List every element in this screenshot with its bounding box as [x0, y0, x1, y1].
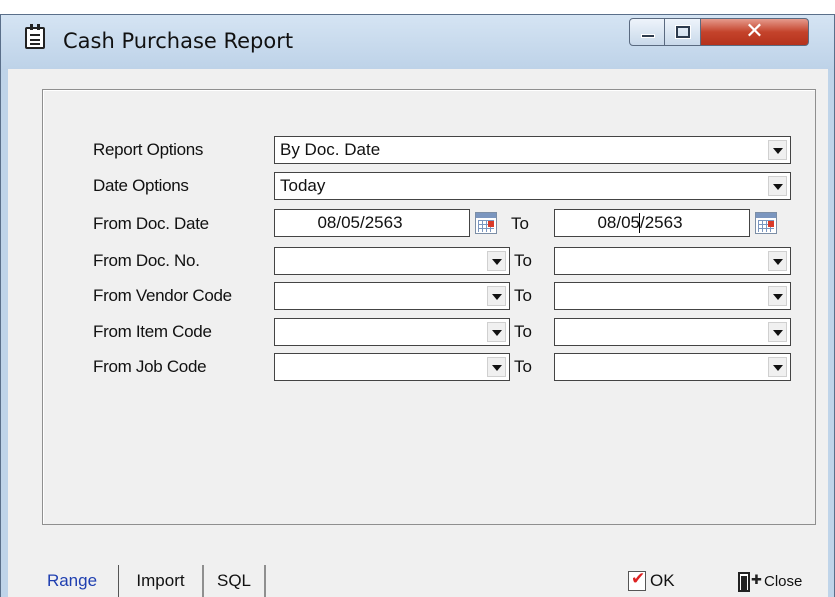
chevron-down-icon[interactable]	[768, 176, 787, 196]
to-label: To	[514, 251, 532, 270]
exit-door-icon	[738, 572, 750, 592]
to-vendor-code-select[interactable]	[554, 282, 791, 310]
arrow-icon: ✚	[751, 572, 762, 587]
from-vendor-code-label: From Vendor Code	[93, 286, 232, 305]
chevron-down-icon[interactable]	[768, 140, 787, 160]
to-label: To	[514, 322, 532, 341]
calendar-icon[interactable]	[755, 212, 777, 234]
from-doc-date-label: From Doc. Date	[93, 214, 209, 233]
tab-sql[interactable]: SQL	[203, 565, 265, 597]
from-doc-date-value: 08/05/2563	[317, 213, 403, 232]
from-item-code-select[interactable]	[274, 318, 510, 346]
to-doc-date-value: 08/05/2563	[597, 213, 683, 232]
to-label: To	[514, 357, 532, 376]
to-doc-no-select[interactable]	[554, 247, 791, 275]
from-vendor-code-select[interactable]	[274, 282, 510, 310]
chevron-down-icon[interactable]	[487, 322, 506, 342]
to-item-code-select[interactable]	[554, 318, 791, 346]
from-doc-no-select[interactable]	[274, 247, 510, 275]
title-bar[interactable]: Cash Purchase Report ✕	[1, 15, 834, 70]
tab-range[interactable]: Range	[26, 565, 118, 597]
chevron-down-icon[interactable]	[487, 357, 506, 377]
report-window: Cash Purchase Report ✕ Report Options By…	[0, 14, 835, 597]
to-job-code-select[interactable]	[554, 353, 791, 381]
chevron-down-icon[interactable]	[768, 251, 787, 271]
text-cursor	[639, 213, 640, 233]
close-icon: ✕	[745, 19, 764, 44]
from-job-code-select[interactable]	[274, 353, 510, 381]
to-doc-date-input[interactable]: 08/05/2563	[554, 209, 750, 237]
close-label: Close	[764, 573, 803, 590]
minimize-button[interactable]	[629, 18, 665, 46]
from-doc-no-label: From Doc. No.	[93, 251, 200, 270]
close-window-button[interactable]: ✕	[701, 18, 809, 46]
date-options-select[interactable]: Today	[274, 172, 791, 200]
maximize-icon	[676, 26, 690, 38]
chevron-down-icon[interactable]	[487, 251, 506, 271]
chevron-down-icon[interactable]	[768, 357, 787, 377]
from-item-code-label: From Item Code	[93, 322, 212, 341]
close-button[interactable]: ✚ Close	[738, 569, 823, 595]
date-options-value: Today	[280, 176, 326, 195]
ok-label: OK	[650, 571, 675, 590]
maximize-button[interactable]	[665, 18, 701, 46]
client-area: Report Options By Doc. Date Date Options…	[8, 69, 828, 597]
report-options-label: Report Options	[93, 140, 204, 159]
checkmark-icon	[628, 569, 646, 591]
calendar-icon[interactable]	[475, 212, 497, 234]
tab-import[interactable]: Import	[118, 565, 203, 597]
ok-button[interactable]: OK	[628, 569, 688, 595]
chevron-down-icon[interactable]	[768, 286, 787, 306]
to-label: To	[511, 214, 529, 233]
tab-bar: Range Import SQL OK ✚ Close	[8, 565, 828, 597]
window-title: Cash Purchase Report	[63, 29, 294, 53]
range-panel: Report Options By Doc. Date Date Options…	[42, 89, 816, 525]
from-doc-date-input[interactable]: 08/05/2563	[274, 209, 470, 237]
from-job-code-label: From Job Code	[93, 357, 207, 376]
chevron-down-icon[interactable]	[768, 322, 787, 342]
minimize-icon	[641, 34, 655, 38]
report-icon	[25, 24, 45, 49]
to-label: To	[514, 286, 532, 305]
report-options-value: By Doc. Date	[280, 140, 381, 159]
date-options-label: Date Options	[93, 176, 189, 195]
chevron-down-icon[interactable]	[487, 286, 506, 306]
report-options-select[interactable]: By Doc. Date	[274, 136, 791, 164]
